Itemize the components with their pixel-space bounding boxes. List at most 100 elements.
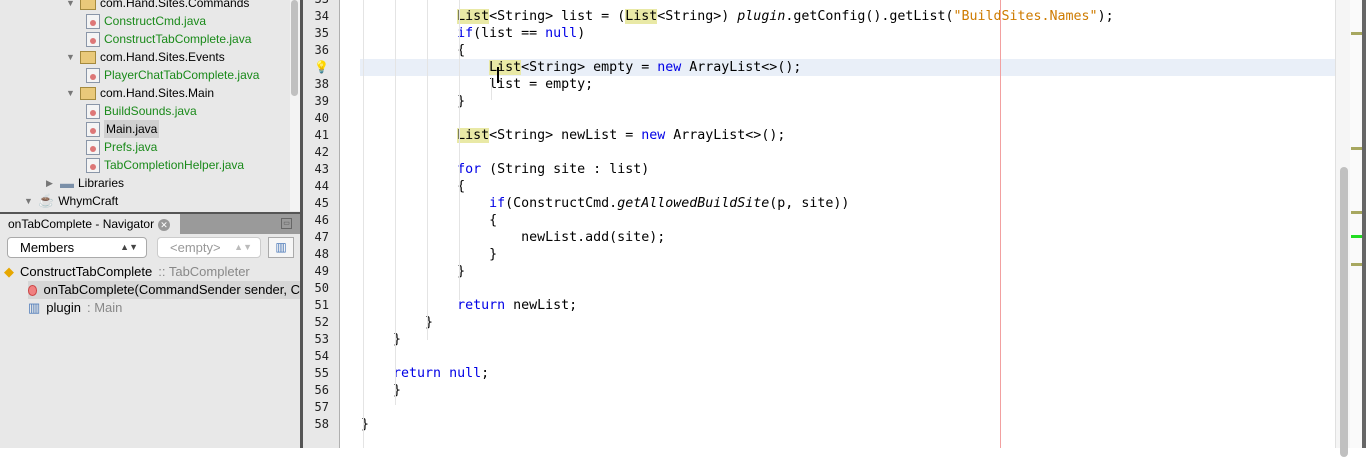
code-token: (list ==: [473, 26, 546, 41]
code-token: {: [361, 213, 498, 228]
code-line[interactable]: if(ConstructCmd.getAllowedBuildSite(p, s…: [360, 195, 1335, 212]
code-line[interactable]: }: [360, 93, 1335, 110]
code-line[interactable]: }: [360, 382, 1335, 399]
code-line[interactable]: [360, 110, 1335, 127]
line-number: 50: [314, 281, 329, 295]
tree-item[interactable]: ▼ com.Hand.Sites.Events: [66, 48, 225, 66]
italic-token: plugin: [737, 9, 786, 24]
navigator-title: onTabComplete - Navigator: [8, 217, 155, 231]
code-line[interactable]: [360, 144, 1335, 161]
code-token: {: [361, 43, 466, 58]
stripe-mark[interactable]: [1351, 211, 1362, 214]
field-icon: ▥: [28, 300, 41, 315]
minimize-icon[interactable]: ▭: [281, 218, 292, 229]
indent-guide: [427, 0, 428, 340]
code-line[interactable]: List<String> newList = new ArrayList<>()…: [360, 127, 1335, 144]
stripe-mark[interactable]: [1351, 263, 1362, 266]
class-super: :: TabCompleter: [158, 264, 250, 279]
tree-item[interactable]: Main.java: [86, 120, 160, 138]
keyword-token: if: [489, 196, 506, 211]
code-line[interactable]: List<String> list = (List<String>) plugi…: [360, 8, 1335, 25]
code-token: }: [361, 247, 498, 262]
expand-down-icon[interactable]: ▼: [66, 84, 76, 102]
code-token: ArrayList<>();: [681, 60, 802, 75]
line-number: 53: [314, 332, 329, 346]
text-caret: [497, 67, 499, 83]
java-file-icon: [86, 157, 100, 173]
expand-right-icon[interactable]: ▶: [46, 174, 56, 192]
tree-item-label: Prefs.java: [104, 140, 158, 154]
code-line[interactable]: if(list == null): [360, 25, 1335, 42]
code-token: <String> empty =: [521, 60, 658, 75]
line-number: 48: [314, 247, 329, 261]
editor-scrollbar[interactable]: [1335, 0, 1350, 457]
line-number: 52: [314, 315, 329, 329]
code-line[interactable]: list = empty;: [360, 76, 1335, 93]
code-line[interactable]: for (String site : list): [360, 161, 1335, 178]
navigator-field-node[interactable]: ▥ plugin: Main: [28, 299, 122, 317]
string-token: "BuildSites.Names": [953, 9, 1098, 24]
navigator-header: onTabComplete - Navigator ✕ ▭: [0, 212, 300, 234]
expand-down-icon[interactable]: ▼: [66, 48, 76, 66]
code-line[interactable]: }: [360, 331, 1335, 348]
stripe-mark[interactable]: [1351, 32, 1362, 35]
code-line[interactable]: {: [360, 178, 1335, 195]
expand-down-icon[interactable]: ▼: [66, 0, 76, 12]
tree-item[interactable]: Prefs.java: [86, 138, 157, 156]
code-line[interactable]: return newList;: [360, 297, 1335, 314]
tree-item[interactable]: ▼ ☕ WhymCraft: [24, 192, 118, 210]
line-number: 💡: [299, 59, 329, 76]
code-line[interactable]: newList.add(site);: [360, 229, 1335, 246]
navigator-view-button[interactable]: ▥: [268, 237, 294, 258]
tree-item[interactable]: ConstructTabComplete.java: [86, 30, 251, 48]
navigator-method-node[interactable]: onTabComplete(CommandSender sender, C: [28, 281, 300, 299]
code-line[interactable]: {: [360, 42, 1335, 59]
code-line[interactable]: }: [360, 246, 1335, 263]
lightbulb-hint-icon[interactable]: 💡: [314, 60, 329, 74]
java-file-icon: [86, 139, 100, 155]
empty-select[interactable]: <empty> ▲▼: [157, 237, 261, 258]
tree-item[interactable]: ConstructCmd.java: [86, 12, 206, 30]
tree-item[interactable]: ▶ ▬ Libraries: [46, 174, 124, 192]
tree-item[interactable]: BuildSounds.java: [86, 102, 197, 120]
navigator-class-node[interactable]: ◆ ConstructTabComplete:: TabCompleter: [4, 263, 250, 281]
code-line[interactable]: }: [360, 263, 1335, 280]
tree-item[interactable]: TabCompletionHelper.java: [86, 156, 244, 174]
code-line[interactable]: {: [360, 212, 1335, 229]
close-icon[interactable]: ✕: [158, 219, 171, 231]
indent-guide: [363, 0, 364, 448]
keyword-token: null: [545, 26, 578, 41]
code-editor[interactable]: List<String> list = (List<String>) plugi…: [360, 0, 1335, 448]
tree-item-label: PlayerChatTabComplete.java: [104, 68, 260, 82]
stripe-mark[interactable]: [1351, 235, 1362, 238]
code-line[interactable]: [360, 280, 1335, 297]
stripe-mark[interactable]: [1351, 147, 1362, 150]
code-line[interactable]: }: [360, 314, 1335, 331]
code-line[interactable]: return null;: [360, 365, 1335, 382]
line-number: 54: [314, 349, 329, 363]
tree-item-label: TabCompletionHelper.java: [104, 158, 245, 172]
code-line[interactable]: [360, 399, 1335, 416]
code-token: <String>): [657, 9, 738, 24]
tree-item[interactable]: PlayerChatTabComplete.java: [86, 66, 259, 84]
line-number: 51: [314, 298, 329, 312]
scroll-thumb[interactable]: [1340, 167, 1348, 457]
project-icon: ☕: [38, 193, 55, 208]
keyword-token: new: [657, 60, 682, 75]
tree-item[interactable]: ▼ com.Hand.Sites.Commands: [66, 0, 249, 12]
code-token: ): [577, 26, 586, 41]
members-filter-select[interactable]: Members ▲▼: [7, 237, 147, 258]
code-line[interactable]: [360, 0, 1335, 8]
line-number: 39: [314, 94, 329, 108]
code-token: <String> list = (: [489, 9, 626, 24]
code-line[interactable]: List<String> empty = new ArrayList<>();: [360, 59, 1335, 76]
tree-item[interactable]: ▼ com.Hand.Sites.Main: [66, 84, 214, 102]
code-line[interactable]: [360, 348, 1335, 365]
tree-item-label: ConstructCmd.java: [104, 14, 207, 28]
navigator-tab[interactable]: onTabComplete - Navigator ✕: [0, 214, 180, 234]
updown-icon: ▲▼: [120, 242, 138, 252]
code-line[interactable]: }: [360, 416, 1335, 433]
expand-down-icon[interactable]: ▼: [24, 192, 34, 210]
keyword-token: new: [641, 128, 666, 143]
